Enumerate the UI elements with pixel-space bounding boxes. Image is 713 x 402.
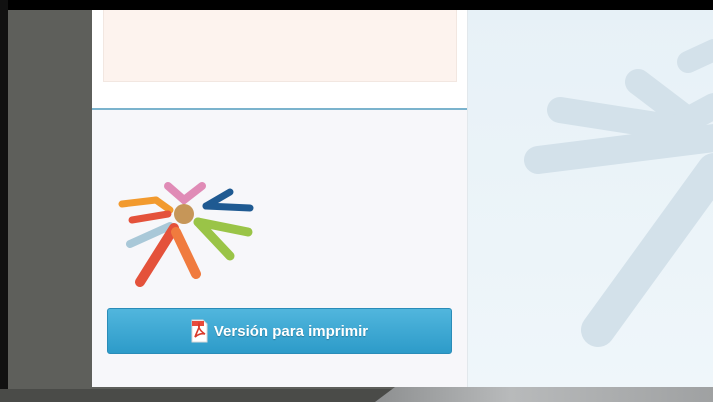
sidebar-top-section xyxy=(92,10,467,110)
content-panel xyxy=(467,10,713,387)
star-burst-logo-icon xyxy=(118,182,254,287)
print-version-button[interactable]: Versión para imprimir xyxy=(107,308,452,354)
info-box xyxy=(103,10,457,82)
pdf-icon xyxy=(191,319,208,343)
print-button-label: Versión para imprimir xyxy=(213,322,369,340)
page-shadow xyxy=(375,387,713,402)
background-logo-icon xyxy=(524,39,713,347)
window-left-frame xyxy=(0,0,8,402)
window-top-border xyxy=(0,0,713,10)
